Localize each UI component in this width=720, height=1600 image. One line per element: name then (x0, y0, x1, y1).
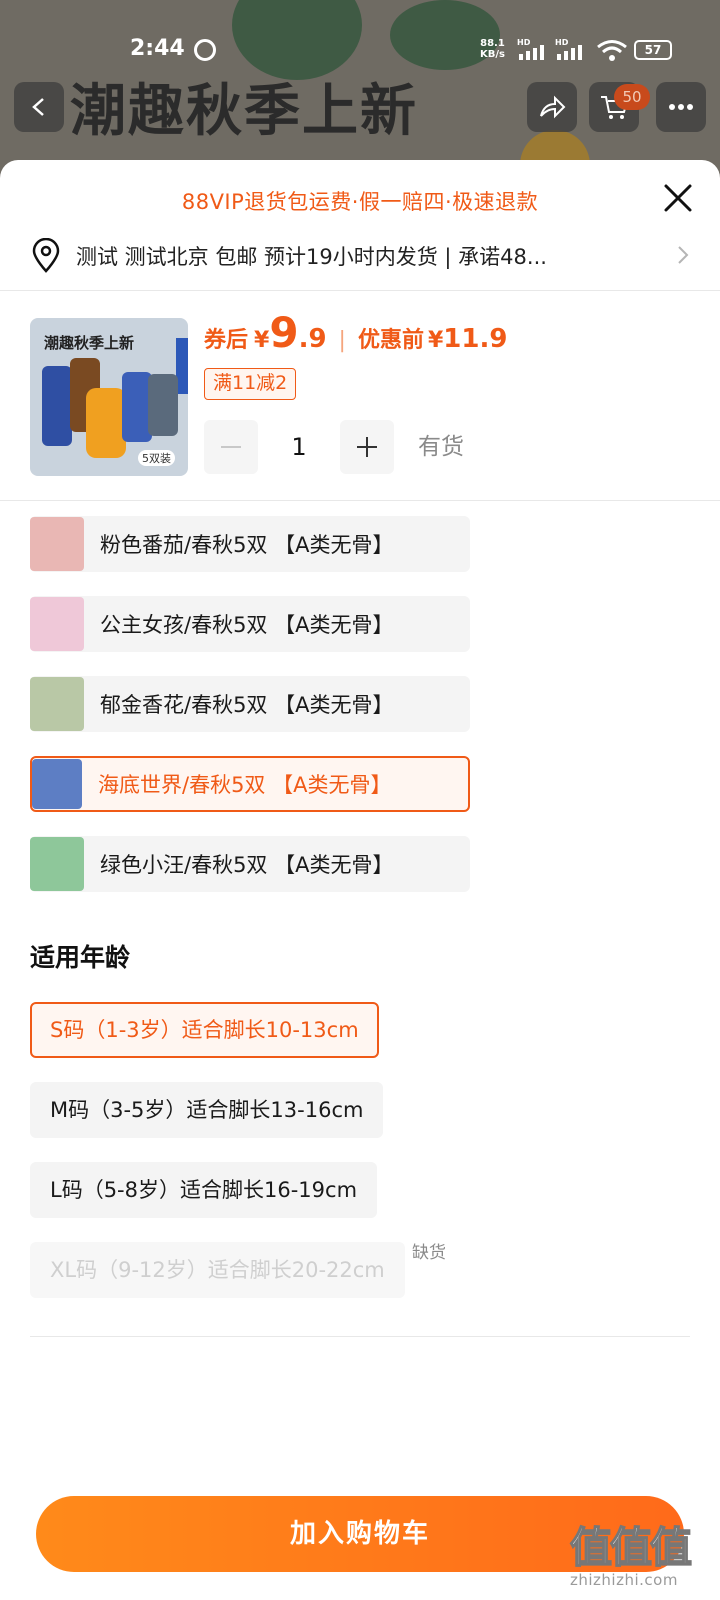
network-speed-value: 88.1 (480, 38, 505, 49)
sock-illustration (86, 388, 126, 458)
variant-thumbnail (30, 517, 84, 571)
signal-hd-label: HD (517, 38, 531, 47)
banner-title: 潮趣秋季上新 (70, 79, 418, 144)
vip-service-notice: 88VIP退货包运费·假一赔四·极速退款 (181, 190, 539, 214)
wifi-icon (597, 40, 627, 61)
divider (0, 500, 720, 501)
chevron-right-icon (678, 246, 689, 264)
divider (30, 1336, 690, 1337)
variant-option-selected[interactable]: 海底世界/春秋5双 【A类无骨】 (30, 756, 470, 812)
variant-option[interactable]: 粉色番茄/春秋5双 【A类无骨】 (30, 516, 470, 572)
variant-option[interactable]: 郁金香花/春秋5双 【A类无骨】 (30, 676, 470, 732)
age-section-title: 适用年龄 (30, 943, 131, 972)
share-button[interactable] (527, 82, 577, 132)
size-option[interactable]: M码（3-5岁）适合脚长13-16cm (30, 1082, 384, 1138)
price-integer: 9 (269, 308, 299, 357)
variant-label: 海底世界/春秋5双 【A类无骨】 (98, 773, 392, 797)
close-button[interactable] (658, 178, 698, 218)
variant-thumbnail (30, 837, 84, 891)
site-watermark: 值值值 zhizhizhi.com (569, 1514, 710, 1598)
variant-thumbnail (32, 759, 82, 809)
sock-illustration (148, 374, 178, 436)
delivery-address-row[interactable]: 测试 测试北京 包邮 预计19小时内发货 | 承诺48... (30, 232, 690, 280)
coupon-price-label: 券后 (204, 328, 249, 353)
more-button[interactable] (656, 82, 706, 132)
out-of-stock-tag: 缺货 (412, 1243, 446, 1263)
sku-selector-sheet: 88VIP退货包运费·假一赔四·极速退款 测试 测试北京 包邮 预计19小时内发… (0, 160, 720, 1600)
promo-tag: 满11减2 (204, 368, 297, 400)
delivery-address-text: 测试 测试北京 包邮 预计19小时内发货 | 承诺48... (76, 245, 547, 269)
variant-option[interactable]: 绿色小汪/春秋5双 【A类无骨】 (30, 836, 470, 892)
signal-icon: HD (517, 38, 544, 60)
network-speed-unit: KB/s (480, 49, 505, 60)
quantity-input[interactable]: 1 (268, 424, 330, 470)
network-speed: 88.1 KB/s (480, 38, 505, 60)
price-row: 券后 ¥ 9 .9 | 优惠前 ¥ 11.9 (204, 308, 507, 368)
thumbnail-pack-count: 5双装 (138, 450, 175, 466)
back-button[interactable] (14, 82, 64, 132)
chevron-left-icon (32, 98, 44, 116)
price-separator: | (338, 328, 346, 353)
minus-icon (221, 446, 241, 448)
status-time: 2:44 (130, 36, 185, 61)
currency-symbol: ¥ (427, 328, 444, 353)
variant-thumbnail (30, 597, 84, 651)
size-option[interactable]: L码（5-8岁）适合脚长16-19cm (30, 1162, 378, 1218)
stock-status: 有货 (418, 434, 464, 460)
share-icon (540, 95, 566, 119)
divider (0, 290, 720, 291)
original-price: 11.9 (443, 324, 508, 354)
alarm-icon (194, 39, 216, 61)
variant-label: 郁金香花/春秋5双 【A类无骨】 (100, 693, 394, 717)
signal-hd-label: HD (555, 38, 569, 47)
thumbnail-title: 潮趣秋季上新 (44, 334, 135, 352)
sock-illustration (42, 366, 72, 446)
cart-count-badge: 50 (614, 84, 650, 110)
size-option-selected[interactable]: S码（1-3岁）适合脚长10-13cm (30, 1002, 379, 1058)
quantity-decrease-button[interactable] (204, 420, 258, 474)
location-pin-icon (32, 238, 60, 273)
price-decimal: .9 (298, 324, 327, 354)
variant-label: 粉色番茄/春秋5双 【A类无骨】 (100, 533, 394, 557)
close-icon (664, 184, 692, 212)
variant-thumbnail (30, 677, 84, 731)
watermark-logo: 值值值 (569, 1522, 693, 1573)
status-bar: 2:44 88.1 KB/s HD HD 57 (0, 30, 720, 70)
variant-label: 公主女孩/春秋5双 【A类无骨】 (100, 613, 394, 637)
quantity-increase-button[interactable] (340, 420, 394, 474)
currency-symbol: ¥ (254, 328, 270, 353)
plus-icon (357, 437, 377, 457)
more-icon (669, 104, 693, 110)
battery-indicator: 57 (634, 40, 672, 60)
original-price-label: 优惠前 (357, 328, 424, 353)
product-thumbnail[interactable]: 潮趣秋季上新 5双装 (30, 318, 188, 476)
signal-icon: HD (555, 38, 582, 60)
variant-label: 绿色小汪/春秋5双 【A类无骨】 (100, 853, 394, 877)
size-option-disabled: XL码（9-12岁）适合脚长20-22cm (30, 1242, 405, 1298)
variant-option[interactable]: 公主女孩/春秋5双 【A类无骨】 (30, 596, 470, 652)
